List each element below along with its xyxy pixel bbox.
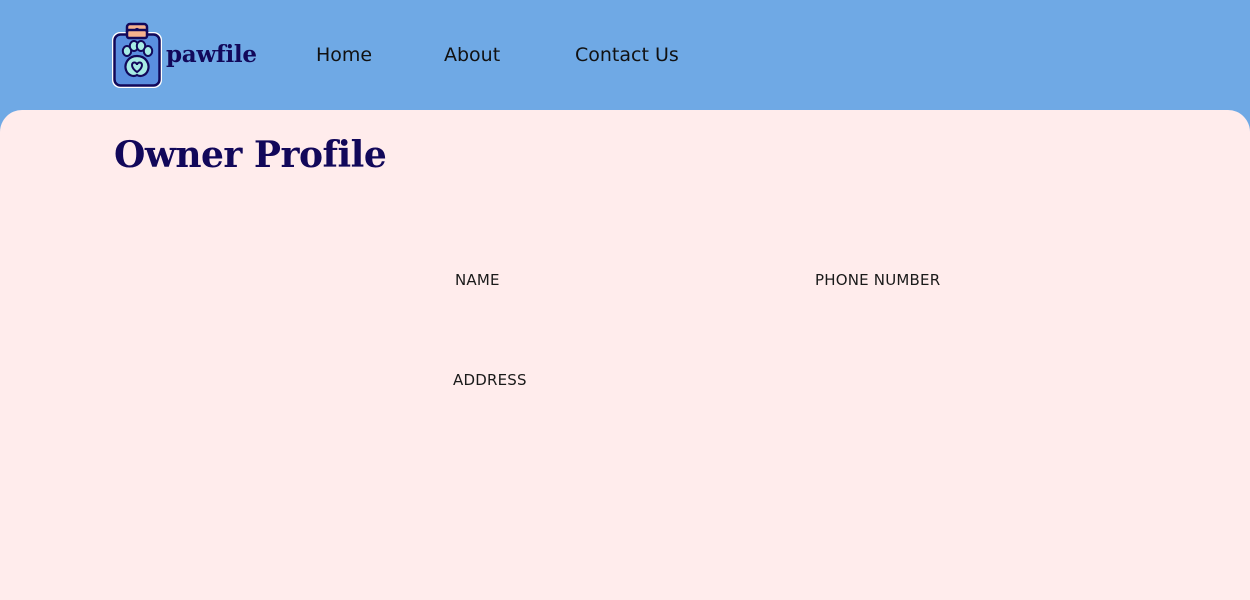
page-title: Owner Profile [114,134,387,176]
logo-link[interactable]: pawfile [110,22,257,90]
site-header: pawfile Home About Contact Us [0,0,1250,110]
nav-contact-link[interactable]: Contact Us [575,44,679,66]
nav-home-link[interactable]: Home [316,44,372,66]
clipboard-paw-icon [112,22,162,88]
brand-name: pawfile [166,40,257,68]
phone-number-label: PHONE NUMBER [815,271,941,289]
profile-content: Owner Profile NAME PHONE NUMBER ADDRESS [0,110,1250,600]
name-label: NAME [455,271,500,289]
nav-about-link[interactable]: About [444,44,500,66]
address-label: ADDRESS [453,371,527,389]
